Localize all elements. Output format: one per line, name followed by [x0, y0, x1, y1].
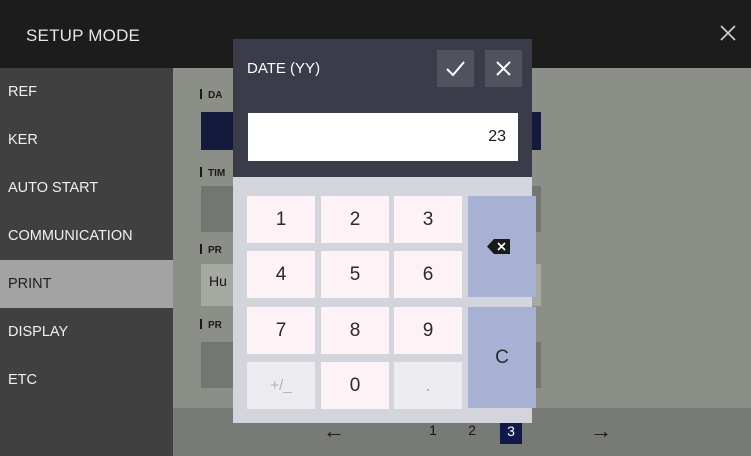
- check-icon: [446, 61, 465, 77]
- dialog-header: DATE (YY): [233, 39, 532, 97]
- sidebar-item-auto-start[interactable]: AUTO START: [0, 164, 173, 212]
- numeric-keypad-dialog: DATE (YY) 23 1 2 3 4 5 6 7 8 9 C +/_ 0 .: [233, 39, 536, 423]
- print-field-value: Hu: [209, 273, 227, 289]
- cancel-button[interactable]: [485, 50, 522, 87]
- page-2[interactable]: 2: [461, 422, 483, 438]
- value-area: 23: [233, 97, 532, 177]
- sidebar-item-print[interactable]: PRINT: [0, 260, 173, 308]
- key-8[interactable]: 8: [321, 307, 389, 354]
- sidebar: REF KER AUTO START COMMUNICATION PRINT D…: [0, 68, 173, 456]
- key-2[interactable]: 2: [321, 196, 389, 243]
- confirm-button[interactable]: [437, 50, 474, 87]
- sidebar-item-etc[interactable]: ETC: [0, 356, 173, 404]
- dialog-title: DATE (YY): [247, 60, 321, 77]
- section-print-label: PR: [200, 244, 222, 256]
- key-9[interactable]: 9: [394, 307, 462, 354]
- page-1[interactable]: 1: [422, 422, 444, 438]
- sidebar-item-ref[interactable]: REF: [0, 68, 173, 116]
- key-7[interactable]: 7: [247, 307, 315, 354]
- sidebar-item-ker[interactable]: KER: [0, 116, 173, 164]
- app-title: SETUP MODE: [26, 26, 141, 45]
- close-icon: [496, 61, 511, 76]
- section-time-label: TIM: [200, 167, 225, 179]
- close-icon[interactable]: [715, 20, 741, 46]
- clear-button[interactable]: C: [468, 307, 536, 408]
- key-3[interactable]: 3: [394, 196, 462, 243]
- key-5[interactable]: 5: [321, 251, 389, 298]
- decimal-key[interactable]: .: [394, 362, 462, 409]
- value-display: 23: [248, 113, 518, 161]
- backspace-icon: [487, 239, 510, 254]
- backspace-button[interactable]: [468, 196, 536, 297]
- value-text: 23: [488, 128, 506, 145]
- sign-toggle-key[interactable]: +/_: [247, 362, 315, 409]
- sidebar-item-communication[interactable]: COMMUNICATION: [0, 212, 173, 260]
- key-1[interactable]: 1: [247, 196, 315, 243]
- section-date-label: DA: [200, 89, 222, 101]
- section-print-2-label: PR: [200, 319, 222, 331]
- key-0[interactable]: 0: [321, 362, 389, 409]
- sidebar-item-display[interactable]: DISPLAY: [0, 308, 173, 356]
- arrow-right-icon[interactable]: →: [590, 418, 612, 444]
- key-4[interactable]: 4: [247, 251, 315, 298]
- key-6[interactable]: 6: [394, 251, 462, 298]
